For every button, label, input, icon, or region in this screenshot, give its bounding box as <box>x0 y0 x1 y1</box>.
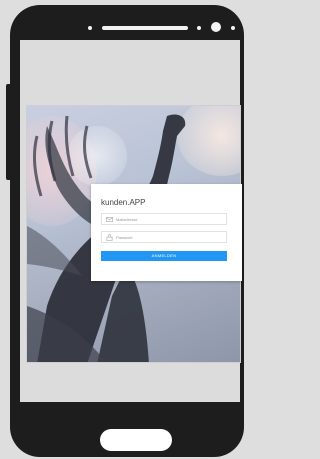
email-input[interactable] <box>116 214 224 224</box>
sensor-dot <box>88 26 92 30</box>
envelope-icon <box>106 217 113 222</box>
lock-icon <box>106 234 113 241</box>
app-title: kunden.APP <box>101 198 146 207</box>
phone-side-button <box>6 84 12 180</box>
sensor-dot <box>197 26 201 30</box>
earpiece-speaker <box>102 26 188 30</box>
email-field[interactable] <box>101 213 227 225</box>
login-button[interactable]: ANMELDEN <box>101 251 227 261</box>
phone-home-button[interactable] <box>100 429 172 451</box>
front-camera <box>211 22 221 32</box>
password-input[interactable] <box>116 232 224 242</box>
password-field[interactable] <box>101 231 227 243</box>
sensor-dot <box>231 26 235 30</box>
login-card: kunden.APP ANMELDEN <box>91 184 242 281</box>
